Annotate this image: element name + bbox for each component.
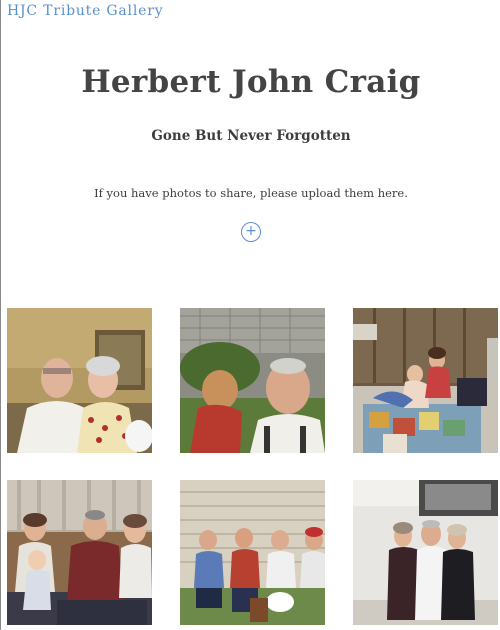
- gallery-photo-3[interactable]: [353, 308, 498, 453]
- gallery-photo-2[interactable]: [180, 308, 325, 453]
- upload-prompt: If you have photos to share, please uplo…: [94, 186, 408, 200]
- photo-children-on-bed-icon: [353, 308, 498, 453]
- photo-family-on-sofa-icon: [7, 480, 152, 625]
- photo-three-people-standing-icon: [353, 480, 498, 625]
- upload-add-button[interactable]: +: [241, 222, 261, 242]
- gallery-photo-1[interactable]: [7, 308, 152, 453]
- photo-couple-indoors-icon: [7, 308, 152, 453]
- page-title: Herbert John Craig: [81, 64, 421, 100]
- gallery-photo-5[interactable]: [180, 480, 325, 625]
- site-title-link[interactable]: HJC Tribute Gallery: [7, 3, 163, 19]
- photo-men-outdoors-chairs-icon: [180, 480, 325, 625]
- photo-man-child-outdoors-icon: [180, 308, 325, 453]
- photo-gallery: [7, 308, 499, 630]
- gallery-photo-4[interactable]: [7, 480, 152, 625]
- gallery-photo-6[interactable]: [353, 480, 498, 625]
- page-subtitle: Gone But Never Forgotten: [151, 128, 351, 144]
